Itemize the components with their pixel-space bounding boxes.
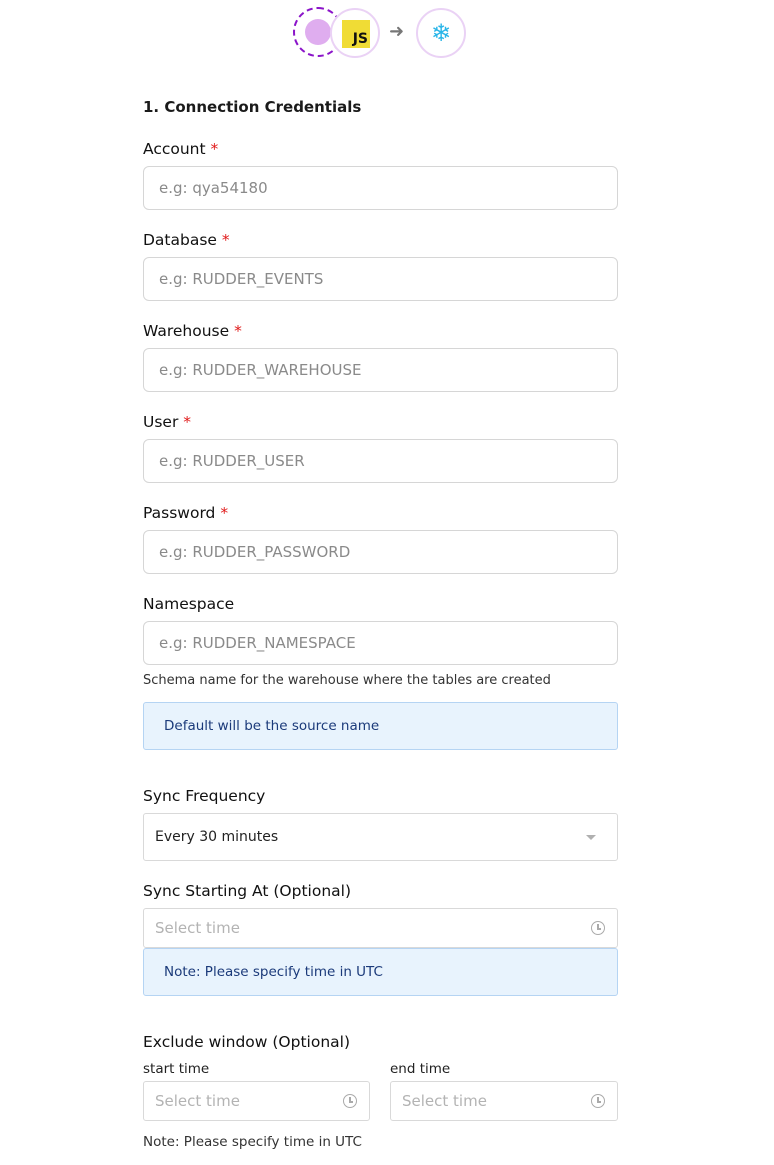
clock-icon bbox=[591, 1094, 605, 1108]
sync-starting-note: Note: Please specify time in UTC bbox=[143, 948, 618, 996]
password-input[interactable]: e.g: RUDDER_PASSWORD bbox=[143, 530, 618, 574]
namespace-help: Schema name for the warehouse where the … bbox=[143, 673, 551, 688]
database-label: Database * bbox=[143, 231, 230, 249]
exclude-window-label: Exclude window (Optional) bbox=[143, 1033, 350, 1051]
clock-icon bbox=[591, 921, 605, 935]
start-time-placeholder: Select time bbox=[155, 1092, 240, 1110]
sync-starting-time-picker[interactable]: Select time bbox=[143, 908, 618, 948]
chevron-down-icon bbox=[586, 835, 596, 840]
sync-frequency-select[interactable]: Every 30 minutes bbox=[143, 813, 618, 861]
sync-frequency-value: Every 30 minutes bbox=[155, 829, 278, 845]
database-input[interactable]: e.g: RUDDER_EVENTS bbox=[143, 257, 618, 301]
namespace-info-box: Default will be the source name bbox=[143, 702, 618, 750]
arrow-right-icon: ➜ bbox=[389, 21, 404, 42]
start-time-picker[interactable]: Select time bbox=[143, 1081, 370, 1121]
account-input[interactable]: e.g: qya54180 bbox=[143, 166, 618, 210]
snowflake-icon: ❄ bbox=[416, 8, 466, 58]
connection-logos: JS ➜ ❄ bbox=[293, 7, 468, 59]
section-title: 1. Connection Credentials bbox=[143, 98, 361, 116]
clock-icon bbox=[343, 1094, 357, 1108]
end-time-label: end time bbox=[390, 1061, 450, 1077]
account-label: Account * bbox=[143, 140, 218, 158]
warehouse-label: Warehouse * bbox=[143, 322, 242, 340]
sync-starting-label: Sync Starting At (Optional) bbox=[143, 882, 351, 900]
end-time-picker[interactable]: Select time bbox=[390, 1081, 618, 1121]
namespace-input[interactable]: e.g: RUDDER_NAMESPACE bbox=[143, 621, 618, 665]
sync-starting-placeholder: Select time bbox=[155, 919, 240, 937]
exclude-window-note: Note: Please specify time in UTC bbox=[143, 1134, 362, 1150]
namespace-label: Namespace bbox=[143, 595, 234, 613]
sync-frequency-label: Sync Frequency bbox=[143, 787, 265, 805]
warehouse-input[interactable]: e.g: RUDDER_WAREHOUSE bbox=[143, 348, 618, 392]
password-label: Password * bbox=[143, 504, 228, 522]
user-label: User * bbox=[143, 413, 191, 431]
javascript-source-logo: JS bbox=[330, 8, 380, 58]
start-time-label: start time bbox=[143, 1061, 209, 1077]
end-time-placeholder: Select time bbox=[402, 1092, 487, 1110]
user-input[interactable]: e.g: RUDDER_USER bbox=[143, 439, 618, 483]
